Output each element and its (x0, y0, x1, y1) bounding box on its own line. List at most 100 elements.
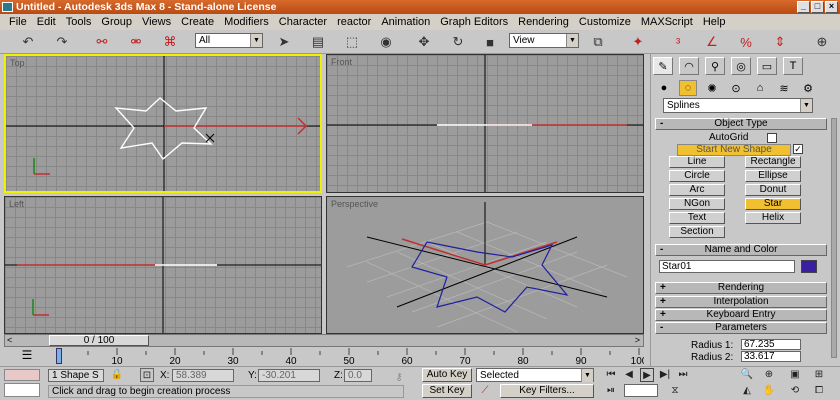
circle-button[interactable]: Circle (669, 170, 725, 182)
cameras-icon[interactable]: ⊙ (727, 80, 745, 96)
minimize-button[interactable]: _ (797, 1, 810, 13)
systems-icon[interactable]: ⚙ (799, 80, 817, 96)
menu-tools[interactable]: Tools (61, 16, 97, 28)
arc-rotate-icon[interactable]: ⟲ (788, 384, 802, 398)
selection-filter-dropdown[interactable]: All ▼ (195, 33, 263, 48)
menu-file[interactable]: File (4, 16, 32, 28)
ellipse-button[interactable]: Ellipse (745, 170, 801, 182)
manipulate-icon[interactable]: ✦ (628, 33, 648, 51)
viewport-top[interactable]: Top (4, 54, 322, 193)
x-coordinate[interactable]: 58.389 (172, 369, 234, 382)
zoom-extents-icon[interactable]: ▣ (788, 368, 802, 382)
maximize-button[interactable]: □ (811, 1, 824, 13)
window-crossing-icon[interactable]: ◉ (376, 33, 396, 51)
spinner-snap-icon[interactable]: ⇕ (770, 33, 790, 51)
y-coordinate[interactable]: -30.201 (258, 369, 320, 382)
object-name-input[interactable]: Star01 (659, 260, 795, 273)
radius1-spinner[interactable]: 67.235 (741, 339, 801, 350)
snap-3d-icon[interactable]: ³ (668, 33, 688, 51)
pan-icon[interactable]: ✋ (762, 384, 776, 398)
zoom-extents-all-icon[interactable]: ⊞ (812, 368, 826, 382)
zoom-all-icon[interactable]: ⊕ (762, 368, 776, 382)
viewport-perspective[interactable]: Perspective (326, 196, 644, 334)
angle-snap-icon[interactable]: ∠ (702, 33, 722, 51)
redo-icon[interactable]: ↷ (52, 33, 72, 51)
name-and-color-rollout[interactable]: - Name and Color (655, 244, 827, 256)
pivot-icon[interactable]: ⧉ (588, 33, 608, 51)
next-frame-icon[interactable]: > (635, 335, 640, 345)
menu-help[interactable]: Help (698, 16, 731, 28)
link-icon[interactable]: ⚯ (92, 33, 112, 51)
panel-scrollbar[interactable] (831, 118, 837, 358)
keyboard-entry-rollout[interactable]: + Keyboard Entry (655, 309, 827, 321)
play-icon[interactable]: ▶ (640, 368, 654, 382)
menu-animation[interactable]: Animation (376, 16, 435, 28)
object-color-swatch[interactable] (801, 260, 817, 273)
current-frame-field[interactable] (624, 384, 658, 397)
maxscript-listener-pink[interactable] (4, 369, 40, 381)
close-button[interactable]: × (825, 1, 838, 13)
undo-icon[interactable]: ↶ (18, 33, 38, 51)
prev-frame-icon[interactable]: < (7, 335, 12, 345)
section-button[interactable]: Section (669, 226, 725, 238)
lights-icon[interactable]: ✺ (703, 80, 721, 96)
donut-button[interactable]: Donut (745, 184, 801, 196)
menu-rendering[interactable]: Rendering (513, 16, 574, 28)
menu-maxscript[interactable]: MAXScript (636, 16, 698, 28)
object-type-rollout[interactable]: - Object Type (655, 118, 827, 130)
radius2-spinner[interactable]: 33.617 (741, 351, 801, 362)
rectangle-button[interactable]: Rectangle (745, 156, 801, 168)
menu-views[interactable]: Views (137, 16, 176, 28)
go-to-start-icon[interactable]: ⏮ (604, 368, 618, 382)
display-tab-icon[interactable]: ▭ (757, 57, 777, 75)
bind-space-warp-icon[interactable]: ⌘ (160, 33, 180, 51)
key-mode-icon[interactable]: ⏯ (604, 384, 618, 398)
time-slider-thumb[interactable]: 0 / 100 (49, 335, 149, 346)
helpers-icon[interactable]: ⌂ (751, 80, 769, 96)
menu-reactor[interactable]: reactor (332, 16, 376, 28)
menu-graph-editors[interactable]: Graph Editors (435, 16, 513, 28)
star-button[interactable]: Star (745, 198, 801, 210)
utilities-tab-icon[interactable]: T (783, 57, 803, 75)
menu-character[interactable]: Character (274, 16, 332, 28)
category-dropdown[interactable]: Splines ▼ (663, 98, 813, 113)
default-tangent-icon[interactable]: ⟋ (478, 384, 492, 398)
viewport-front[interactable]: Front (326, 54, 644, 193)
parameters-rollout[interactable]: - Parameters (655, 322, 827, 334)
menu-create[interactable]: Create (176, 16, 219, 28)
auto-key-button[interactable]: Auto Key (422, 368, 472, 382)
maxscript-listener-white[interactable] (4, 383, 40, 397)
next-frame-icon[interactable]: ▶| (658, 368, 672, 382)
hierarchy-tab-icon[interactable]: ⚲ (705, 57, 725, 75)
track-bar[interactable]: 0102030405060708090100 (54, 348, 648, 367)
named-selection-icon[interactable]: ⊕ (812, 33, 832, 51)
select-icon[interactable]: ➤ (274, 33, 294, 51)
modify-tab-icon[interactable]: ◠ (679, 57, 699, 75)
create-tab-icon[interactable]: ✎ (653, 57, 673, 75)
shapes-icon[interactable]: ◌ (679, 80, 697, 96)
lock-icon[interactable]: 🔒 (110, 368, 124, 382)
absolute-mode-icon[interactable]: ⊡ (140, 368, 154, 382)
menu-customize[interactable]: Customize (574, 16, 636, 28)
space-warps-icon[interactable]: ≋ (775, 80, 793, 96)
zoom-icon[interactable]: 🔍 (740, 368, 754, 382)
menu-edit[interactable]: Edit (32, 16, 61, 28)
menu-group[interactable]: Group (96, 16, 137, 28)
unlink-icon[interactable]: ⚮ (126, 33, 146, 51)
line-button[interactable]: Line (669, 156, 725, 168)
current-frame-marker[interactable] (56, 348, 62, 364)
ngon-button[interactable]: NGon (669, 198, 725, 210)
start-new-shape-checkbox[interactable]: ✓ (793, 144, 803, 154)
autogrid-checkbox[interactable] (767, 133, 777, 143)
mini-curve-editor-icon[interactable]: ☰ (18, 348, 36, 362)
select-scale-icon[interactable]: ■ (480, 33, 500, 51)
go-to-end-icon[interactable]: ⏭ (676, 368, 690, 382)
selection-set-dropdown[interactable]: Selected ▼ (476, 368, 594, 382)
key-filters-button[interactable]: Key Filters... (500, 384, 594, 398)
percent-snap-icon[interactable]: % (736, 33, 756, 51)
field-of-view-icon[interactable]: ◭ (740, 384, 754, 398)
set-key-button[interactable]: Set Key (422, 384, 472, 398)
time-slider[interactable]: 0 / 100 < > (4, 334, 644, 347)
menu-modifiers[interactable]: Modifiers (219, 16, 274, 28)
motion-tab-icon[interactable]: ◎ (731, 57, 751, 75)
